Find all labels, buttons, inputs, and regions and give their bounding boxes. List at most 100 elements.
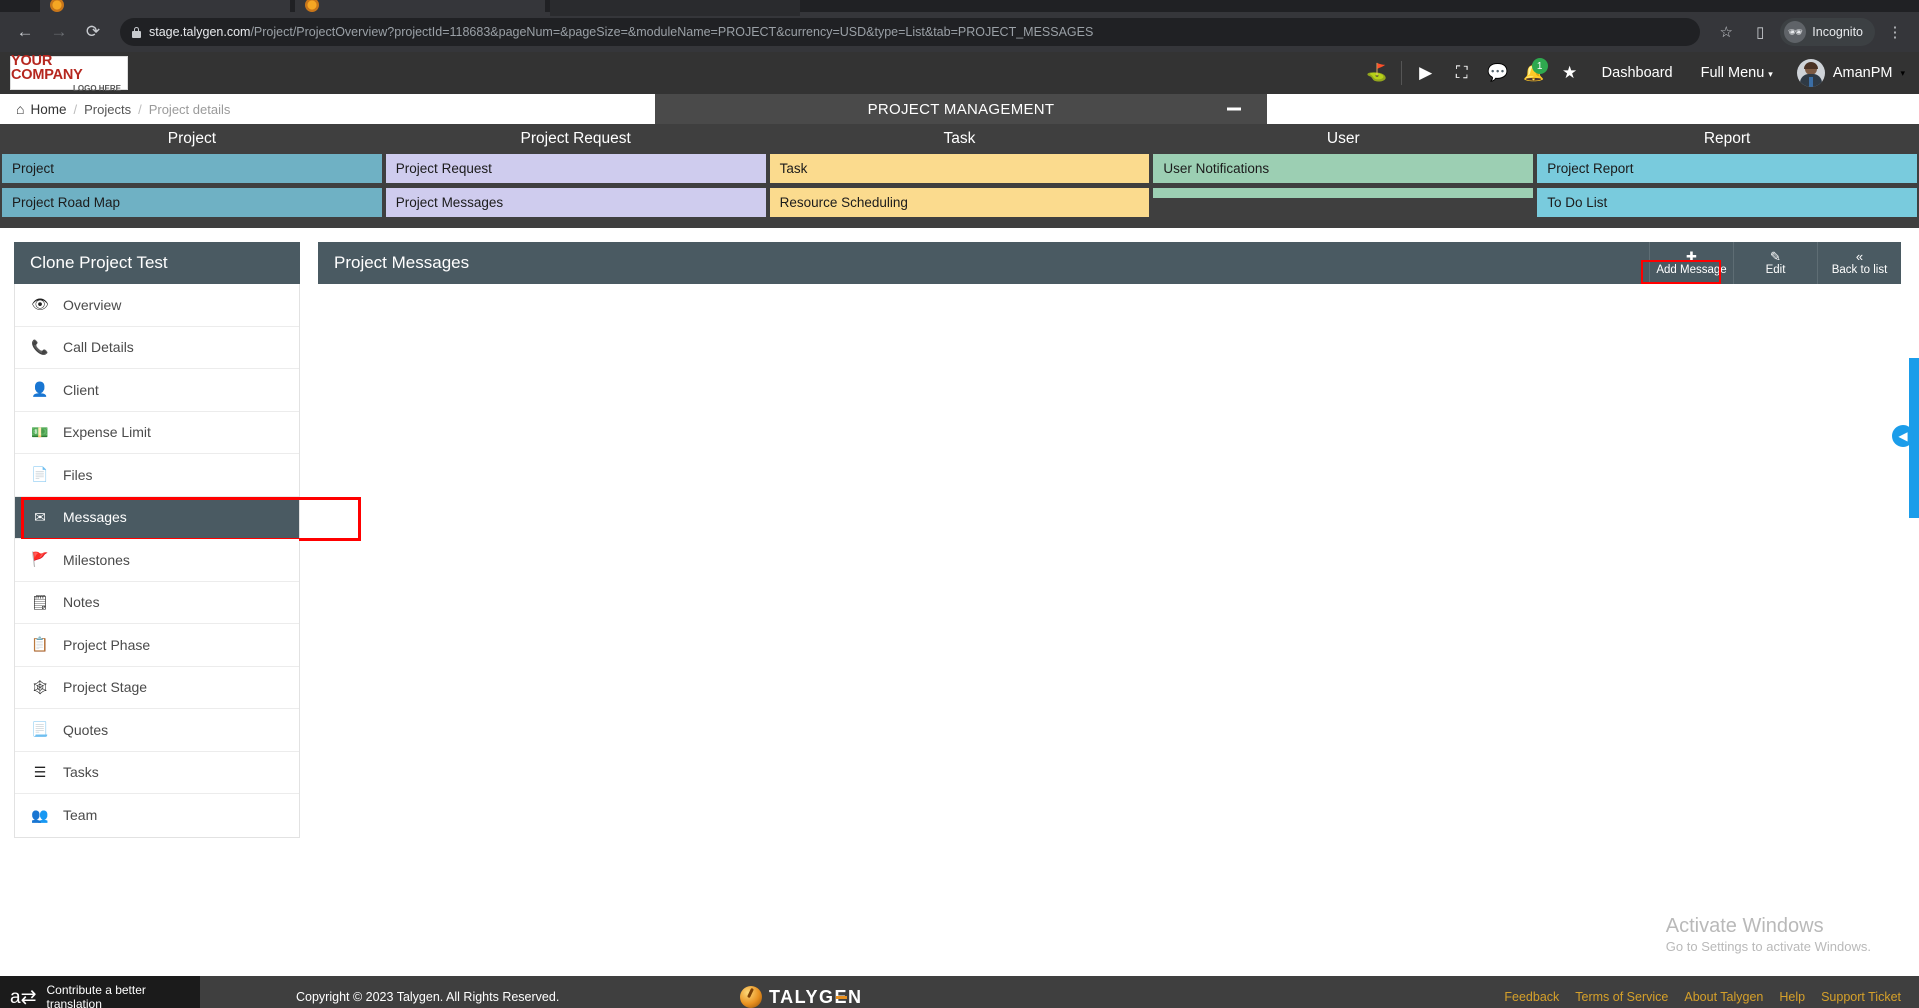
messages-list-body: [318, 284, 1901, 484]
address-bar[interactable]: stage.talygen.com/Project/ProjectOvervie…: [120, 18, 1701, 46]
mega-item-project-road-map[interactable]: Project Road Map: [2, 188, 382, 217]
sidebar-item-milestones[interactable]: 🚩 Milestones: [15, 539, 299, 582]
double-left-icon: «: [1855, 248, 1864, 264]
footer-link-help[interactable]: Help: [1779, 990, 1805, 1004]
mega-column-title: Task: [943, 130, 976, 147]
sidebar-item-client[interactable]: 👤 Client: [15, 369, 299, 412]
list-icon: ☰: [33, 763, 47, 780]
talygen-wordmark: TALYGEN: [769, 987, 863, 1008]
mega-item-project[interactable]: Project: [2, 154, 382, 183]
url-host: stage.talygen.com: [149, 25, 251, 39]
breadcrumb-item-home[interactable]: Home: [30, 102, 66, 117]
brand-part-1: TALYG: [769, 986, 835, 1007]
bookmark-star-icon[interactable]: ☆: [1712, 18, 1740, 46]
browser-toolbar: ← → ⟳ stage.talygen.com/Project/ProjectO…: [0, 12, 1919, 52]
back-button[interactable]: ←: [10, 17, 40, 47]
sidebar-item-tasks[interactable]: ☰ Tasks: [15, 751, 299, 794]
browser-tab[interactable]: [40, 0, 290, 16]
notification-badge: 1: [1531, 58, 1548, 74]
sidebar-item-label: Call Details: [63, 339, 134, 356]
sidebar-item-notes[interactable]: 🗒 Notes: [15, 581, 299, 624]
sidebar-item-list: 👁 Overview 📞 Call Details 👤 Client 💵 Exp…: [14, 284, 361, 838]
tab-favicon-icon: [305, 0, 319, 12]
talygen-logo: TALYGEN: [740, 986, 863, 1008]
brand-part-3: N: [848, 986, 863, 1007]
mega-item-project-report[interactable]: Project Report: [1537, 154, 1917, 183]
watermark-title: Activate Windows: [1665, 915, 1824, 937]
back-to-list-button[interactable]: « Back to list: [1817, 242, 1901, 284]
tab-favicon-icon: [50, 0, 64, 12]
contribute-translation-button[interactable]: a⇄ Contribute a better translation: [0, 976, 200, 1008]
mega-item-user-placeholder[interactable]: [1153, 188, 1534, 198]
document-icon: 📃: [31, 721, 49, 738]
copyright-text: Copyright © 2023 Talygen. All Rights Res…: [296, 990, 560, 1004]
sidebar-item-expense-limit[interactable]: 💵 Expense Limit: [15, 411, 299, 454]
favorites-star-icon[interactable]: ★: [1552, 52, 1588, 94]
windows-activation-watermark: Activate Windows Go to Settings to activ…: [1666, 913, 1871, 954]
mega-item-task[interactable]: Task: [769, 154, 1150, 183]
chevron-down-icon: ▾: [1768, 69, 1773, 79]
money-bill-icon: 💵: [31, 423, 49, 440]
fullscreen-icon[interactable]: ⛶: [1444, 52, 1480, 94]
phone-icon: 📞: [31, 338, 49, 355]
reload-button[interactable]: ⟳: [78, 17, 108, 47]
browser-tab[interactable]: [295, 0, 545, 16]
footer-link-group: Feedback Terms of Service About Talygen …: [1504, 990, 1901, 1004]
mega-item-project-request[interactable]: Project Request: [385, 154, 766, 183]
notebook-icon: 🗒: [31, 593, 49, 610]
side-panel-icon[interactable]: ▯: [1746, 18, 1774, 46]
sidebar-item-messages[interactable]: ✉ Messages: [15, 496, 361, 541]
sidebar-item-label: Notes: [63, 594, 100, 611]
browser-tab[interactable]: [550, 0, 800, 16]
logo-primary-text: YOUR COMPANY: [11, 52, 83, 83]
sidebar-item-project-phase[interactable]: 📋 Project Phase: [15, 624, 299, 667]
nav-full-menu[interactable]: Full Menu ▾: [1687, 65, 1787, 81]
main-content: Project Messages ✚ Add Message ✎ Edit « …: [300, 242, 1919, 976]
forward-button[interactable]: →: [44, 17, 74, 47]
chat-icon[interactable]: 💬: [1480, 52, 1516, 94]
mega-item-to-do-list[interactable]: To Do List: [1537, 188, 1917, 217]
company-logo[interactable]: YOUR COMPANY LOGO HERE: [10, 52, 128, 92]
sidebar-item-label: Messages: [63, 509, 127, 526]
file-icon: 📄: [31, 466, 49, 483]
browser-tab-strip: [0, 0, 1919, 16]
sidebar-item-files[interactable]: 📄 Files: [15, 454, 299, 497]
url-path: /Project/ProjectOverview?projectId=11868…: [250, 25, 1094, 39]
footer-link-support-ticket[interactable]: Support Ticket: [1821, 990, 1901, 1004]
quick-launch-icon[interactable]: ⛳: [1359, 52, 1395, 94]
play-timer-icon[interactable]: ▶: [1408, 52, 1444, 94]
module-mega-menu: Project Project Project Road Map Project…: [0, 124, 1919, 228]
sidebar-item-call-details[interactable]: 📞 Call Details: [15, 326, 299, 369]
user-circle-icon: 👤: [31, 381, 49, 398]
breadcrumb-item-projects[interactable]: Projects: [84, 102, 131, 117]
side-drawer-toggle-icon[interactable]: ◀: [1892, 425, 1914, 447]
footer-link-terms-of-service[interactable]: Terms of Service: [1575, 990, 1668, 1004]
breadcrumb-item-project-details: Project details: [148, 101, 231, 117]
footer-link-about-talygen[interactable]: About Talygen: [1684, 990, 1763, 1004]
pencil-icon: ✎: [1770, 248, 1781, 264]
incognito-indicator[interactable]: 🕶 Incognito: [1780, 18, 1875, 46]
avatar: [1796, 59, 1825, 87]
mega-item-user-notifications[interactable]: User Notifications: [1153, 154, 1534, 183]
sidebar-item-label: Expense Limit: [63, 424, 151, 441]
sidebar-item-quotes[interactable]: 📃 Quotes: [15, 709, 299, 752]
notification-bell-icon[interactable]: 🔔 1: [1516, 52, 1552, 94]
sidebar-item-team[interactable]: 👥 Team: [15, 794, 299, 837]
mega-item-project-messages[interactable]: Project Messages: [385, 188, 766, 217]
envelope-icon: ✉: [34, 508, 46, 525]
footer-link-feedback[interactable]: Feedback: [1504, 990, 1559, 1004]
breadcrumb-separator: /: [138, 101, 142, 117]
minimize-icon[interactable]: [1227, 107, 1241, 111]
header-divider: [1400, 61, 1402, 85]
sidebar-item-project-stage[interactable]: 🕸 Project Stage: [15, 666, 299, 709]
footer-main: Copyright © 2023 Talygen. All Rights Res…: [200, 976, 1919, 1008]
sidebar-item-overview[interactable]: 👁 Overview: [15, 284, 299, 327]
breadcrumb-separator: /: [73, 101, 78, 117]
browser-menu-icon[interactable]: ⋮: [1881, 18, 1909, 46]
user-menu[interactable]: AmanPM ▾: [1787, 59, 1905, 87]
nav-dashboard[interactable]: Dashboard: [1588, 65, 1687, 81]
mega-item-resource-scheduling[interactable]: Resource Scheduling: [769, 188, 1150, 217]
mega-column-title: Project: [167, 130, 217, 147]
edit-button[interactable]: ✎ Edit: [1733, 242, 1817, 284]
sidebar-item-label: Client: [63, 381, 99, 398]
